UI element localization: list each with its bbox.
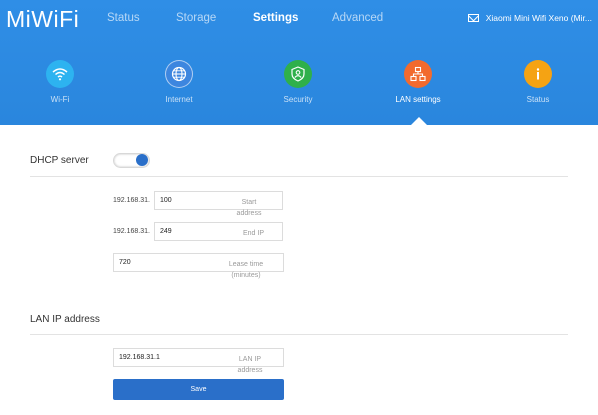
save-button[interactable]: Save <box>113 379 284 400</box>
network-icon <box>404 60 432 88</box>
nav-status[interactable]: Status <box>107 12 140 24</box>
start-address-field[interactable]: 100 Start address <box>154 191 283 217</box>
tile-status[interactable]: Status <box>498 60 578 104</box>
end-ip-prefix: 192.168.31. <box>113 228 150 235</box>
lease-time-field[interactable]: 720 Lease time (minutes) <box>113 253 284 279</box>
nav-settings[interactable]: Settings <box>253 12 298 24</box>
info-icon <box>524 60 552 88</box>
lan-ip-placeholder: LAN IP address <box>237 356 263 374</box>
tile-label: Status <box>526 95 550 104</box>
end-ip-value: 249 <box>160 228 172 235</box>
nav-storage[interactable]: Storage <box>176 12 216 24</box>
start-ip-prefix: 192.168.31. <box>113 197 150 204</box>
lease-time-placeholder: Lease time (minutes) <box>228 261 264 279</box>
tile-lan-settings[interactable]: LAN settings <box>378 60 458 104</box>
tile-internet[interactable]: Internet <box>139 60 219 104</box>
tile-security[interactable]: Security <box>258 60 338 104</box>
start-address-value: 100 <box>160 197 172 204</box>
start-address-placeholder: Start address <box>236 199 262 217</box>
device-selector[interactable]: Xiaomi Mini Wifi Xeno (Mir... <box>467 13 592 23</box>
end-ip-field[interactable]: 249 End IP <box>154 222 283 241</box>
lan-section-title: LAN IP address <box>30 314 100 325</box>
shield-icon <box>284 60 312 88</box>
tile-wifi[interactable]: Wi-Fi <box>20 60 100 104</box>
dhcp-section-title: DHCP server <box>30 155 89 166</box>
wifi-icon <box>46 60 74 88</box>
lan-divider <box>30 334 568 335</box>
end-ip-placeholder: End IP <box>242 230 264 237</box>
active-tile-pointer <box>411 117 427 125</box>
tile-label: Security <box>283 95 313 104</box>
lan-ip-field[interactable]: 192.168.31.1 LAN IP address <box>113 348 284 374</box>
lease-time-value: 720 <box>119 259 131 266</box>
tile-label: LAN settings <box>395 95 441 104</box>
nav-advanced[interactable]: Advanced <box>332 12 383 24</box>
device-name: Xiaomi Mini Wifi Xeno (Mir... <box>485 13 592 23</box>
settings-panel <box>0 125 598 415</box>
toggle-knob <box>136 154 148 166</box>
tile-label: Internet <box>165 95 193 104</box>
dhcp-toggle[interactable] <box>113 153 150 168</box>
dhcp-divider <box>30 176 568 177</box>
miwifi-logo[interactable]: MiWiFi <box>6 6 79 33</box>
globe-icon <box>165 60 193 88</box>
header-bar: MiWiFi Status Storage Settings Advanced … <box>0 0 598 125</box>
mail-icon[interactable] <box>467 14 479 22</box>
lan-ip-value: 192.168.31.1 <box>119 354 160 361</box>
tile-label: Wi-Fi <box>50 95 70 104</box>
